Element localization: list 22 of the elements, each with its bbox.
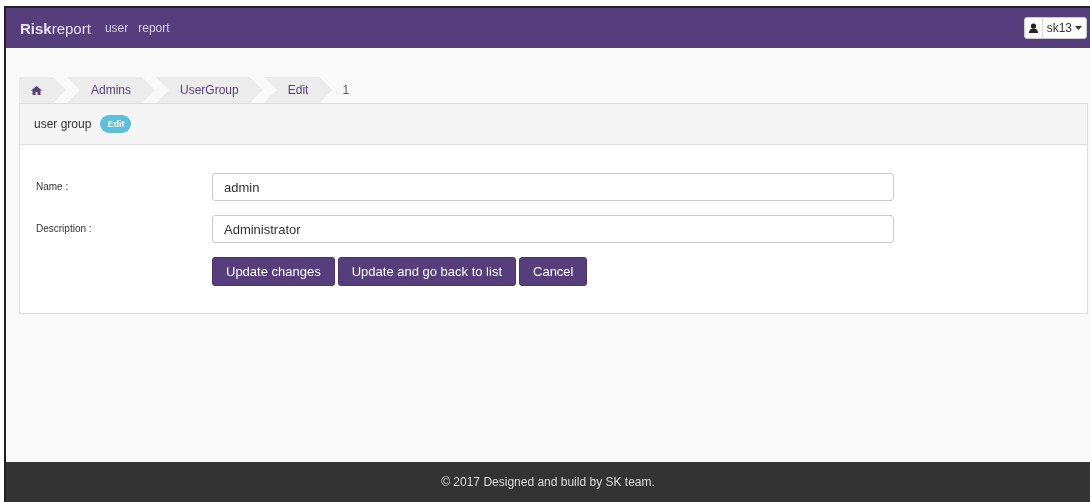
- footer-text: © 2017 Designed and build by SK team.: [441, 475, 655, 489]
- input-field[interactable]: admin: [212, 173, 894, 201]
- breadcrumb-link[interactable]: Edit: [263, 77, 333, 103]
- status-badge: Edit: [100, 115, 132, 133]
- panel-title: user group: [34, 117, 92, 131]
- user-menu-button[interactable]: sk13: [1023, 17, 1087, 39]
- action-button[interactable]: Update and go back to list: [337, 257, 516, 286]
- action-button[interactable]: Cancel: [519, 257, 588, 286]
- breadcrumb-current: 1: [341, 82, 350, 99]
- home-icon: [31, 85, 42, 95]
- brand-logo[interactable]: Riskreport: [20, 19, 91, 37]
- field-label: Description :: [36, 222, 93, 234]
- user-icon: [1028, 23, 1038, 33]
- field-label: Name :: [36, 180, 70, 192]
- home-link[interactable]: [19, 77, 66, 103]
- input-field[interactable]: Administrator: [212, 215, 894, 243]
- nav-link[interactable]: user: [104, 21, 129, 35]
- breadcrumb-link[interactable]: UserGroup: [156, 77, 263, 103]
- nav-link[interactable]: report: [138, 21, 170, 35]
- action-button[interactable]: Update changes: [212, 257, 335, 286]
- caret-icon: [1075, 26, 1082, 30]
- breadcrumb-link[interactable]: Admins: [67, 77, 155, 103]
